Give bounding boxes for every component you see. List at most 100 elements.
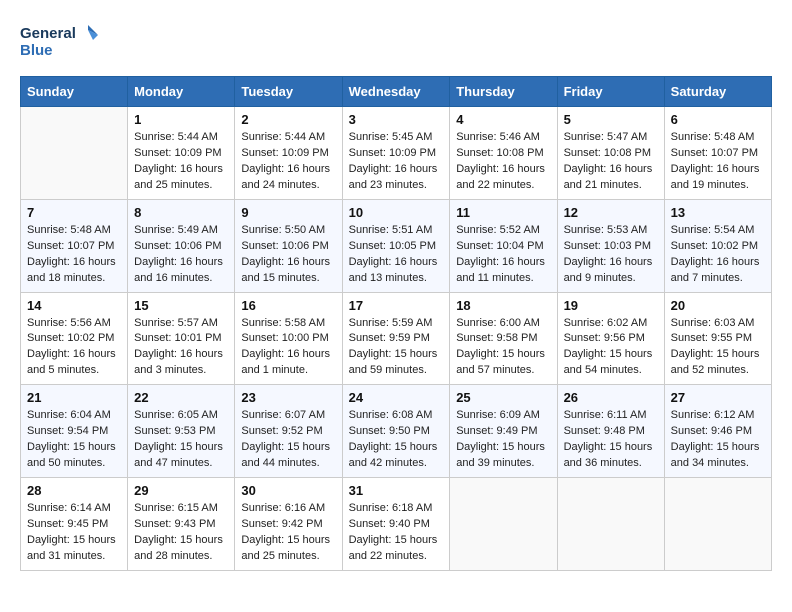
calendar-cell: 16 Sunrise: 5:58 AM Sunset: 10:00 PM Dayl… — [235, 292, 342, 385]
day-number: 29 — [134, 483, 228, 498]
day-info: Sunrise: 5:44 AM Sunset: 10:09 PM Daylig… — [241, 130, 335, 194]
day-number: 4 — [456, 112, 550, 127]
day-number: 18 — [456, 298, 550, 313]
calendar-header-row: SundayMondayTuesdayWednesdayThursdayFrid… — [21, 77, 772, 107]
calendar-cell: 12 Sunrise: 5:53 AM Sunset: 10:03 PM Dayl… — [557, 199, 664, 292]
day-info: Sunrise: 6:18 AM Sunset: 9:40 PM Dayligh… — [349, 501, 444, 565]
day-number: 7 — [27, 205, 121, 220]
calendar-cell — [450, 478, 557, 571]
day-number: 2 — [241, 112, 335, 127]
day-number: 12 — [564, 205, 658, 220]
day-number: 31 — [349, 483, 444, 498]
logo: General Blue — [20, 20, 100, 60]
day-info: Sunrise: 5:51 AM Sunset: 10:05 PM Daylig… — [349, 223, 444, 287]
calendar-cell — [21, 107, 128, 200]
calendar-cell: 18 Sunrise: 6:00 AM Sunset: 9:58 PM Dayli… — [450, 292, 557, 385]
weekday-header: Thursday — [450, 77, 557, 107]
calendar-cell: 9Sunrise: 5:50 AM Sunset: 10:06 PM Dayli… — [235, 199, 342, 292]
calendar-cell: 17 Sunrise: 5:59 AM Sunset: 9:59 PM Dayli… — [342, 292, 450, 385]
calendar-cell: 4 Sunrise: 5:46 AM Sunset: 10:08 PM Dayli… — [450, 107, 557, 200]
day-number: 22 — [134, 390, 228, 405]
calendar-cell: 20Sunrise: 6:03 AM Sunset: 9:55 PM Dayli… — [664, 292, 771, 385]
day-info: Sunrise: 6:04 AM Sunset: 9:54 PM Dayligh… — [27, 408, 121, 472]
day-info: Sunrise: 5:48 AM Sunset: 10:07 PM Daylig… — [27, 223, 121, 287]
calendar-cell: 14Sunrise: 5:56 AM Sunset: 10:02 PM Dayl… — [21, 292, 128, 385]
day-number: 30 — [241, 483, 335, 498]
calendar-week-row: 28 Sunrise: 6:14 AM Sunset: 9:45 PM Dayli… — [21, 478, 772, 571]
day-info: Sunrise: 6:00 AM Sunset: 9:58 PM Dayligh… — [456, 316, 550, 380]
day-number: 16 — [241, 298, 335, 313]
day-info: Sunrise: 5:53 AM Sunset: 10:03 PM Daylig… — [564, 223, 658, 287]
calendar-cell: 21Sunrise: 6:04 AM Sunset: 9:54 PM Dayli… — [21, 385, 128, 478]
day-number: 26 — [564, 390, 658, 405]
day-info: Sunrise: 6:16 AM Sunset: 9:42 PM Dayligh… — [241, 501, 335, 565]
calendar-cell: 6Sunrise: 5:48 AM Sunset: 10:07 PM Dayli… — [664, 107, 771, 200]
calendar-cell: 30 Sunrise: 6:16 AM Sunset: 9:42 PM Dayli… — [235, 478, 342, 571]
day-number: 11 — [456, 205, 550, 220]
day-number: 3 — [349, 112, 444, 127]
calendar-cell: 19 Sunrise: 6:02 AM Sunset: 9:56 PM Dayli… — [557, 292, 664, 385]
day-info: Sunrise: 6:11 AM Sunset: 9:48 PM Dayligh… — [564, 408, 658, 472]
calendar-cell: 11 Sunrise: 5:52 AM Sunset: 10:04 PM Dayl… — [450, 199, 557, 292]
day-info: Sunrise: 5:47 AM Sunset: 10:08 PM Daylig… — [564, 130, 658, 194]
weekday-header: Tuesday — [235, 77, 342, 107]
calendar-week-row: 1 Sunrise: 5:44 AM Sunset: 10:09 PM Dayli… — [21, 107, 772, 200]
day-info: Sunrise: 5:57 AM Sunset: 10:01 PM Daylig… — [134, 316, 228, 380]
calendar-cell: 23 Sunrise: 6:07 AM Sunset: 9:52 PM Dayli… — [235, 385, 342, 478]
svg-text:Blue: Blue — [20, 42, 53, 59]
svg-text:General: General — [20, 25, 76, 42]
day-info: Sunrise: 6:12 AM Sunset: 9:46 PM Dayligh… — [671, 408, 765, 472]
calendar-cell: 7 Sunrise: 5:48 AM Sunset: 10:07 PM Dayli… — [21, 199, 128, 292]
day-number: 8 — [134, 205, 228, 220]
day-number: 5 — [564, 112, 658, 127]
calendar-cell — [664, 478, 771, 571]
calendar-cell: 31 Sunrise: 6:18 AM Sunset: 9:40 PM Dayli… — [342, 478, 450, 571]
day-info: Sunrise: 6:08 AM Sunset: 9:50 PM Dayligh… — [349, 408, 444, 472]
calendar-cell: 13 Sunrise: 5:54 AM Sunset: 10:02 PM Dayl… — [664, 199, 771, 292]
day-info: Sunrise: 5:52 AM Sunset: 10:04 PM Daylig… — [456, 223, 550, 287]
calendar-cell: 8Sunrise: 5:49 AM Sunset: 10:06 PM Dayli… — [128, 199, 235, 292]
calendar-week-row: 14Sunrise: 5:56 AM Sunset: 10:02 PM Dayl… — [21, 292, 772, 385]
day-info: Sunrise: 5:58 AM Sunset: 10:00 PM Daylig… — [241, 316, 335, 380]
day-info: Sunrise: 5:44 AM Sunset: 10:09 PM Daylig… — [134, 130, 228, 194]
calendar-cell: 26 Sunrise: 6:11 AM Sunset: 9:48 PM Dayli… — [557, 385, 664, 478]
calendar-cell: 5 Sunrise: 5:47 AM Sunset: 10:08 PM Dayli… — [557, 107, 664, 200]
day-info: Sunrise: 6:07 AM Sunset: 9:52 PM Dayligh… — [241, 408, 335, 472]
calendar-week-row: 21Sunrise: 6:04 AM Sunset: 9:54 PM Dayli… — [21, 385, 772, 478]
day-info: Sunrise: 5:59 AM Sunset: 9:59 PM Dayligh… — [349, 316, 444, 380]
weekday-header: Friday — [557, 77, 664, 107]
day-info: Sunrise: 6:05 AM Sunset: 9:53 PM Dayligh… — [134, 408, 228, 472]
day-number: 15 — [134, 298, 228, 313]
calendar-cell: 2 Sunrise: 5:44 AM Sunset: 10:09 PM Dayli… — [235, 107, 342, 200]
calendar-cell: 27 Sunrise: 6:12 AM Sunset: 9:46 PM Dayli… — [664, 385, 771, 478]
calendar-cell: 10 Sunrise: 5:51 AM Sunset: 10:05 PM Dayl… — [342, 199, 450, 292]
calendar-cell: 28 Sunrise: 6:14 AM Sunset: 9:45 PM Dayli… — [21, 478, 128, 571]
day-number: 27 — [671, 390, 765, 405]
day-info: Sunrise: 6:02 AM Sunset: 9:56 PM Dayligh… — [564, 316, 658, 380]
calendar-cell: 1 Sunrise: 5:44 AM Sunset: 10:09 PM Dayli… — [128, 107, 235, 200]
weekday-header: Saturday — [664, 77, 771, 107]
day-number: 19 — [564, 298, 658, 313]
calendar-cell: 24Sunrise: 6:08 AM Sunset: 9:50 PM Dayli… — [342, 385, 450, 478]
day-number: 14 — [27, 298, 121, 313]
calendar-cell — [557, 478, 664, 571]
logo-svg: General Blue — [20, 20, 100, 60]
day-number: 28 — [27, 483, 121, 498]
day-info: Sunrise: 5:46 AM Sunset: 10:08 PM Daylig… — [456, 130, 550, 194]
calendar-cell: 22 Sunrise: 6:05 AM Sunset: 9:53 PM Dayli… — [128, 385, 235, 478]
calendar-week-row: 7 Sunrise: 5:48 AM Sunset: 10:07 PM Dayli… — [21, 199, 772, 292]
day-number: 23 — [241, 390, 335, 405]
day-info: Sunrise: 6:15 AM Sunset: 9:43 PM Dayligh… — [134, 501, 228, 565]
day-number: 17 — [349, 298, 444, 313]
day-number: 1 — [134, 112, 228, 127]
day-info: Sunrise: 6:14 AM Sunset: 9:45 PM Dayligh… — [27, 501, 121, 565]
weekday-header: Monday — [128, 77, 235, 107]
calendar-cell: 3 Sunrise: 5:45 AM Sunset: 10:09 PM Dayli… — [342, 107, 450, 200]
weekday-header: Wednesday — [342, 77, 450, 107]
day-info: Sunrise: 5:45 AM Sunset: 10:09 PM Daylig… — [349, 130, 444, 194]
page-header: General Blue — [20, 20, 772, 60]
day-number: 6 — [671, 112, 765, 127]
day-info: Sunrise: 5:54 AM Sunset: 10:02 PM Daylig… — [671, 223, 765, 287]
day-number: 10 — [349, 205, 444, 220]
day-number: 13 — [671, 205, 765, 220]
